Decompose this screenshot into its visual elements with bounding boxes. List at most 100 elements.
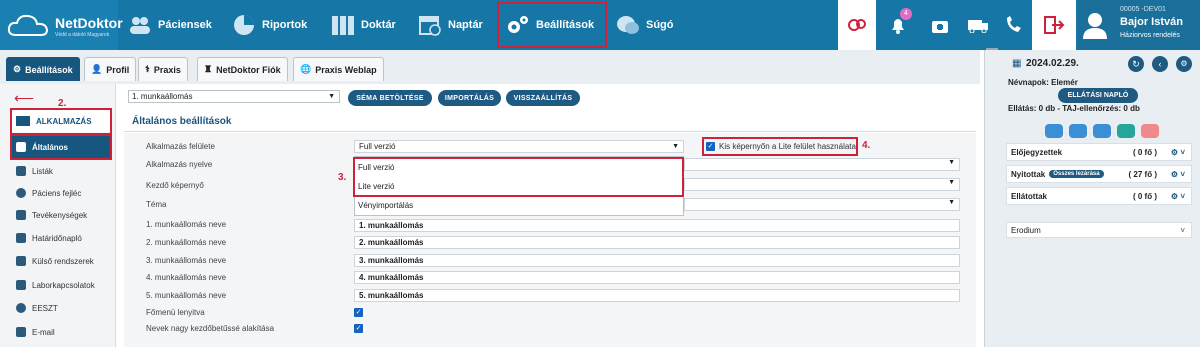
- back-arrow-icon[interactable]: ⟵: [14, 90, 34, 107]
- refresh-icon[interactable]: ↻: [1128, 56, 1144, 72]
- tab-profile-label: Profil: [106, 64, 130, 75]
- list-item-treated[interactable]: Ellátottak ( 0 fő ) ⚙ ˅: [1006, 187, 1192, 205]
- sidebar-item-external-systems[interactable]: Külső rendszerek: [10, 250, 110, 272]
- stethoscope-icon[interactable]: [838, 0, 876, 50]
- nav-patients[interactable]: Páciensek: [128, 0, 212, 50]
- logout-icon[interactable]: [1032, 0, 1076, 50]
- phone-info-icon[interactable]: [996, 0, 1032, 50]
- workstation-4-name-field[interactable]: 4. munkaállomás: [354, 271, 960, 284]
- row-label: 3. munkaállomás neve: [146, 256, 227, 265]
- section-header: [124, 112, 976, 132]
- row-label: Alkalmazás felülete: [146, 142, 215, 151]
- close-all-badge[interactable]: Összes lezárása: [1049, 170, 1104, 178]
- sidebar-item-label: EESZT: [32, 303, 58, 313]
- app-logo[interactable]: NetDoktor Védd a dátoló Magyarok: [0, 0, 123, 50]
- nav-reports[interactable]: Riportok: [232, 0, 307, 50]
- sidebar-item-activities[interactable]: Tevékenységek: [10, 204, 110, 226]
- nav-calendar[interactable]: Naptár: [418, 0, 483, 50]
- microphone-icon[interactable]: [1045, 124, 1063, 138]
- import-button[interactable]: IMPORTÁLÁS: [438, 90, 501, 106]
- workstation-1-name-field[interactable]: 1. munkaállomás: [354, 219, 960, 232]
- hangup-icon[interactable]: [1141, 124, 1159, 138]
- tab-settings-label: Beállítások: [25, 64, 73, 75]
- calendar-icon: [16, 233, 26, 243]
- erodium-select[interactable]: Erodium ˅: [1006, 222, 1192, 238]
- interface-select[interactable]: Full verzió ▼: [354, 140, 684, 153]
- nav-doctor[interactable]: Doktár: [331, 0, 396, 50]
- tab-settings[interactable]: ⚙ Beállítások: [6, 57, 80, 81]
- card-count: ( 27 fő ): [1128, 169, 1157, 179]
- card-label: Ellátottak: [1011, 191, 1048, 201]
- card-label: Nyitottak: [1011, 169, 1046, 179]
- row-label: 4. munkaállomás neve: [146, 273, 227, 282]
- sidebar-item-label: Laborkapcsolatok: [32, 280, 95, 290]
- sidebar-item-lists[interactable]: Listák: [10, 160, 110, 182]
- workstation-select-value: 1. munkaállomás: [132, 92, 193, 101]
- highlight-small-screen: [702, 137, 858, 156]
- restore-button[interactable]: VISSZAÁLLÍTÁS: [506, 90, 580, 106]
- workstation-3-name-field[interactable]: 3. munkaállomás: [354, 254, 960, 267]
- nav-help-label: Súgó: [646, 19, 674, 31]
- card-count: ( 0 fő ): [1133, 147, 1157, 157]
- back-icon[interactable]: ‹: [1152, 56, 1168, 72]
- envelope-icon: [16, 327, 26, 337]
- row-label: 1. munkaállomás neve: [146, 220, 227, 229]
- info-icon: [16, 188, 26, 198]
- tab-praxis-weblap[interactable]: 🌐 Praxis Weblap: [293, 57, 384, 81]
- call-icon[interactable]: [1117, 124, 1135, 138]
- sidebar-item-eeszt[interactable]: EESZT: [10, 297, 110, 319]
- sidebar-item-label: Külső rendszerek: [32, 256, 94, 266]
- flask-icon: [16, 280, 26, 290]
- sidebar-item-label: E-mail: [32, 327, 55, 337]
- ambulance-icon[interactable]: [960, 0, 996, 50]
- chevron-down-icon: ▼: [672, 143, 679, 150]
- sidebar-item-label: Tevékenységek: [32, 210, 88, 220]
- expand-icon[interactable]: [1093, 124, 1111, 138]
- workstation-5-name-field[interactable]: 5. munkaállomás: [354, 289, 960, 302]
- list-item-open[interactable]: Nyitottak Összes lezárása ( 27 fő ) ⚙ ˅: [1006, 165, 1192, 183]
- sidebar-item-deadline-log[interactable]: Határidőnapló: [10, 227, 110, 249]
- row-label: Kezdő képernyő: [146, 181, 204, 190]
- list-icon: [16, 166, 26, 176]
- gear-chevron-icon: ⚙ ˅: [1170, 169, 1185, 179]
- capitalize-names-checkbox[interactable]: ✓: [354, 324, 363, 333]
- workstation-2-name-field[interactable]: 2. munkaállomás: [354, 236, 960, 249]
- external-link-icon: [16, 256, 26, 266]
- start-screen-select[interactable]: ▼: [684, 178, 960, 191]
- bell-icon[interactable]: [880, 0, 916, 50]
- row-label: 2. munkaállomás neve: [146, 238, 227, 247]
- doctor-bag-icon[interactable]: [922, 0, 958, 50]
- dropdown-option-prescription-import[interactable]: Vényimportálás: [358, 201, 413, 210]
- sidebar-item-patient-header[interactable]: Páciens fejléc: [10, 182, 110, 204]
- row-label: 5. munkaállomás neve: [146, 291, 227, 300]
- annotation-4: 4.: [862, 140, 871, 151]
- load-schema-button[interactable]: SÉMA BETÖLTÉSE: [348, 90, 432, 106]
- tab-praxis[interactable]: ⚕ Praxis: [138, 57, 188, 81]
- language-select[interactable]: ▼: [684, 158, 960, 171]
- gears-icon: ⚙: [13, 64, 22, 74]
- theme-select[interactable]: ▼: [684, 198, 960, 211]
- workstation-select[interactable]: 1. munkaállomás ▼: [128, 90, 340, 103]
- nav-help[interactable]: Súgó: [616, 0, 674, 50]
- care-log-button[interactable]: ELLÁTÁSI NAPLÓ: [1058, 88, 1138, 103]
- current-date: 2024.02.29.: [1026, 58, 1079, 69]
- user-role: Háziorvos rendelés: [1120, 32, 1180, 39]
- shield-icon: [16, 303, 26, 313]
- gear-icon[interactable]: ⚙: [1176, 56, 1192, 72]
- row-label: Nevek nagy kezdőbetűssé alakítása: [146, 324, 275, 333]
- gear-chevron-icon: ⚙ ˅: [1170, 147, 1185, 157]
- video-icon[interactable]: [1069, 124, 1087, 138]
- tab-netdoktor-account[interactable]: ♜ NetDoktor Fiók: [197, 57, 288, 81]
- highlight-settings: [497, 2, 607, 48]
- chevron-down-icon: ▼: [948, 159, 955, 166]
- sidebar-item-lab-connections[interactable]: Laborkapcsolatok: [10, 274, 110, 296]
- user-panel[interactable]: 00005 -DEV01 Bajor István Háziorvos rend…: [1078, 0, 1200, 50]
- list-item-scheduled[interactable]: Előjegyzettek ( 0 fő ) ⚙ ˅: [1006, 143, 1192, 161]
- card-label: Előjegyzettek: [1011, 147, 1063, 157]
- page-title: Általános beállítások: [132, 116, 232, 127]
- tab-profile[interactable]: 👤 Profil: [84, 57, 137, 81]
- sidebar-item-email[interactable]: E-mail: [10, 321, 110, 343]
- nav-reports-label: Riportok: [262, 19, 308, 31]
- main-menu-open-checkbox[interactable]: ✓: [354, 308, 363, 317]
- calendar-icon: [418, 13, 442, 37]
